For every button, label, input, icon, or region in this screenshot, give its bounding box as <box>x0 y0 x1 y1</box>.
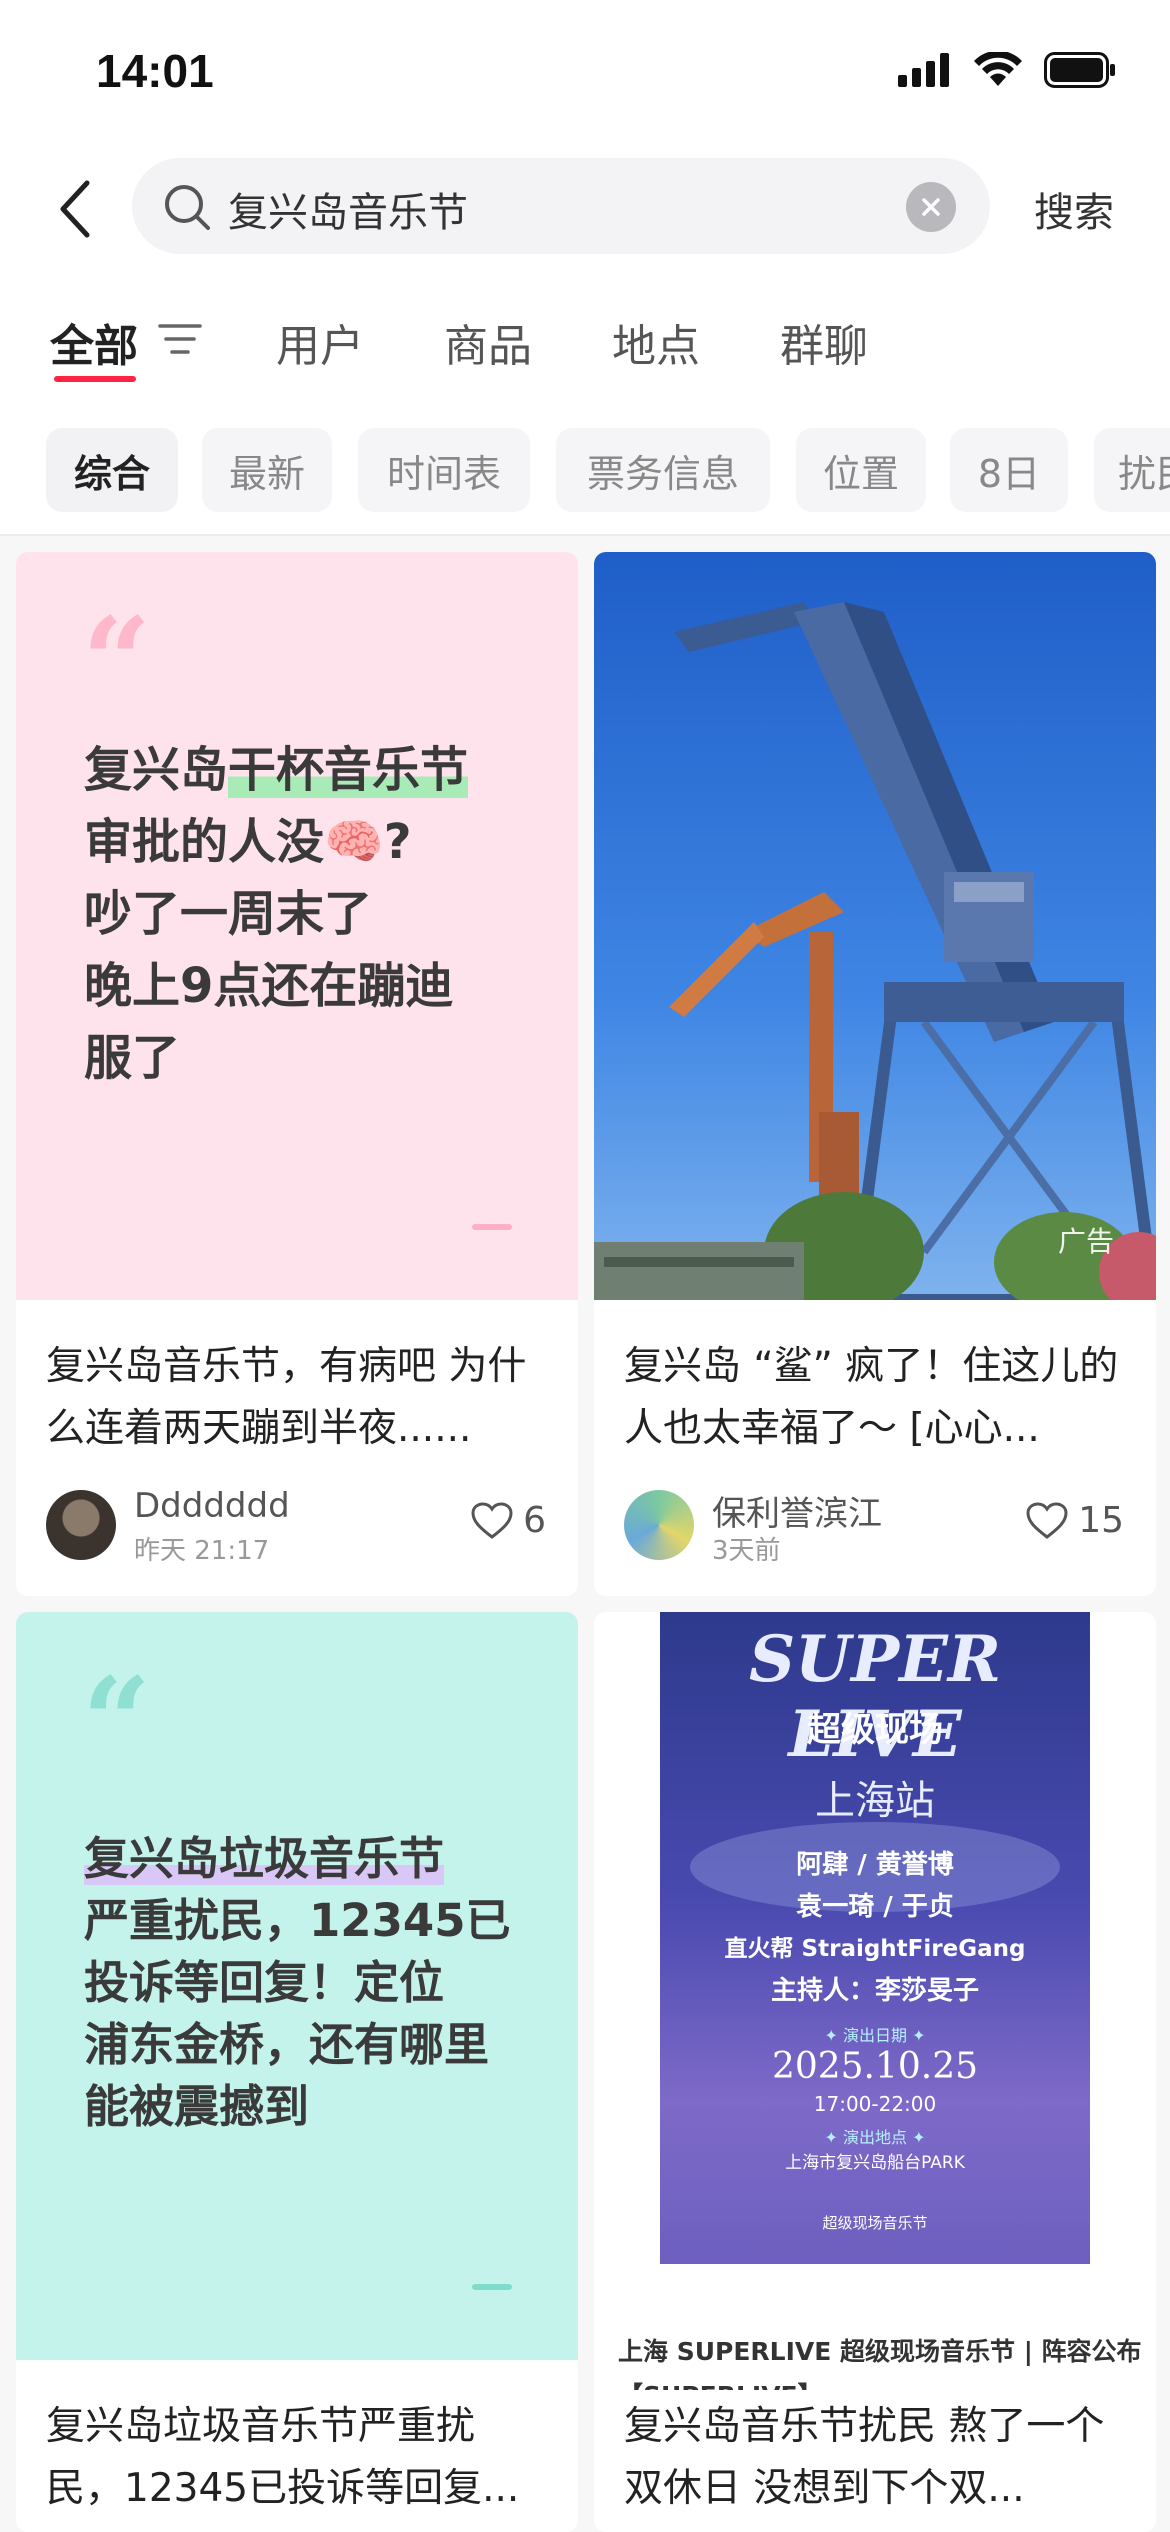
clear-search-button[interactable] <box>906 182 956 232</box>
close-icon <box>922 198 940 216</box>
search-header: 复兴岛音乐节 搜索 <box>0 150 1170 270</box>
poster-venue-label: ✦ 演出地点 ✦ <box>824 2128 926 2147</box>
status-time: 14:01 <box>96 45 214 97</box>
card-title: 复兴岛音乐节扰民 熬了一个双休日 没想到下个双... <box>624 2404 1105 2511</box>
author-name[interactable]: Ddddddd <box>134 1486 290 1526</box>
status-icons <box>898 52 1116 88</box>
search-icon <box>165 185 210 230</box>
like-button[interactable]: 15 <box>1026 1500 1124 1541</box>
chevron-left-icon <box>60 180 90 238</box>
filter-icon[interactable] <box>158 320 202 360</box>
chip-comprehensive[interactable]: 综合 <box>46 428 178 512</box>
status-bar: 14:01 <box>0 0 1170 150</box>
note-card[interactable]: “ 复兴岛垃圾音乐节 严重扰民，12345已 投诉等回复！定位 浦东金桥，还有哪… <box>16 1612 578 2532</box>
search-query: 复兴岛音乐节 <box>228 190 468 236</box>
poster-footer: 超级现场音乐节 <box>822 2214 928 2232</box>
active-tab-indicator <box>54 376 136 382</box>
note-card[interactable]: SUPER LIVE 超级现场 上海站 阿肆 / 黄誉博 袁一琦 / 于贞 直火… <box>594 1612 1156 2532</box>
chip-disturbance[interactable]: 扰民 <box>1094 428 1170 512</box>
poster-city: 上海站 <box>815 1778 935 1824</box>
poster-hours: 17:00-22:00 <box>813 2092 937 2116</box>
card-title: 复兴岛 “鲨” 疯了！住这儿的人也太幸福了～ [心心... <box>624 1344 1119 1451</box>
poster-date-label: ✦ 演出日期 ✦ <box>824 2026 926 2045</box>
tab-places[interactable]: 地点 <box>612 310 700 374</box>
note-card[interactable]: “ 复兴岛干杯音乐节 审批的人没🧠? 吵了一周末了 晚上9点还在蹦迪 服了 复兴… <box>16 552 578 1596</box>
card-title: 复兴岛垃圾音乐节严重扰民，12345已投诉等回复... <box>46 2404 520 2511</box>
cover-text: 复兴岛干杯音乐节 审批的人没🧠? 吵了一周末了 晚上9点还在蹦迪 服了 <box>84 742 469 1086</box>
card-meta: 保利誉滨江 3天前 15 <box>624 1486 1124 1566</box>
chip-latest[interactable]: 最新 <box>202 428 332 512</box>
post-time: 昨天 21:17 <box>134 1536 270 1566</box>
tab-all[interactable]: 全部 <box>50 310 138 374</box>
quote-icon: “ <box>82 591 152 732</box>
poster-caption: 上海 SUPERLIVE 超级现场音乐节 | 阵容公布【SUPERLIVE】 <box>618 2337 1142 2390</box>
poster-venue: 上海市复兴岛船台PARK <box>785 2153 965 2173</box>
text-cover: “ 复兴岛垃圾音乐节 严重扰民，12345已 投诉等回复！定位 浦东金桥，还有哪… <box>16 1612 578 2360</box>
event-poster: SUPER LIVE 超级现场 上海站 阿肆 / 黄誉博 袁一琦 / 于贞 直火… <box>660 1612 1090 2264</box>
card-meta: Ddddddd 昨天 21:17 6 <box>46 1486 546 1566</box>
decor-dash <box>472 2284 512 2290</box>
quote-icon: “ <box>82 1651 152 1792</box>
like-count: 15 <box>1078 1500 1124 1541</box>
text-cover: “ 复兴岛干杯音乐节 审批的人没🧠? 吵了一周末了 晚上9点还在蹦迪 服了 <box>16 552 578 1300</box>
like-count: 6 <box>523 1500 546 1541</box>
tab-users[interactable]: 用户 <box>276 310 364 374</box>
poster-lineup: 阿肆 / 黄誉博 袁一琦 / 于贞 直火帮 StraightFireGang 主… <box>724 1850 1026 2006</box>
decor-dash <box>472 1224 512 1230</box>
chip-schedule[interactable]: 时间表 <box>358 428 530 512</box>
crane-photo: 广告 <box>594 552 1156 1300</box>
poster-date: 2025.10.25 <box>771 2046 979 2087</box>
card-title: 复兴岛音乐节，有病吧 为什么连着两天蹦到半夜...... <box>46 1344 527 1451</box>
poster-cover: SUPER LIVE 超级现场 上海站 阿肆 / 黄誉博 袁一琦 / 于贞 直火… <box>594 1612 1156 2396</box>
tab-products[interactable]: 商品 <box>444 310 532 374</box>
filter-chips: 综合 最新 时间表 票务信息 位置 8日 扰民 <box>0 428 1170 514</box>
wifi-icon <box>974 52 1022 86</box>
heart-icon <box>471 1501 513 1539</box>
search-button[interactable]: 搜索 <box>1034 180 1114 238</box>
chip-ticket-info[interactable]: 票务信息 <box>556 428 770 512</box>
cellular-signal-icon <box>898 53 949 87</box>
avatar[interactable] <box>46 1490 116 1560</box>
battery-icon <box>1044 52 1115 88</box>
cover-text: 复兴岛垃圾音乐节 严重扰民，12345已 投诉等回复！定位 浦东金桥，还有哪里 … <box>84 1832 511 2133</box>
crane-image <box>594 552 1156 1300</box>
poster-subtitle: 超级现场 <box>807 1710 943 1750</box>
author-name[interactable]: 保利誉滨江 <box>712 1486 882 1535</box>
like-button[interactable]: 6 <box>471 1500 546 1541</box>
avatar[interactable] <box>624 1490 694 1560</box>
ad-label: 广告 <box>1057 1225 1114 1258</box>
search-input[interactable]: 复兴岛音乐节 <box>132 158 990 254</box>
post-time: 3天前 <box>712 1536 781 1566</box>
back-button[interactable] <box>40 174 110 244</box>
heart-icon <box>1026 1501 1068 1539</box>
chip-8th[interactable]: 8日 <box>950 428 1068 512</box>
chip-location[interactable]: 位置 <box>796 428 926 512</box>
ad-card[interactable]: 广告 复兴岛 “鲨” 疯了！住这儿的人也太幸福了～ [心心... 保利誉滨江 3… <box>594 552 1156 1596</box>
tab-group-chats[interactable]: 群聊 <box>780 310 868 374</box>
